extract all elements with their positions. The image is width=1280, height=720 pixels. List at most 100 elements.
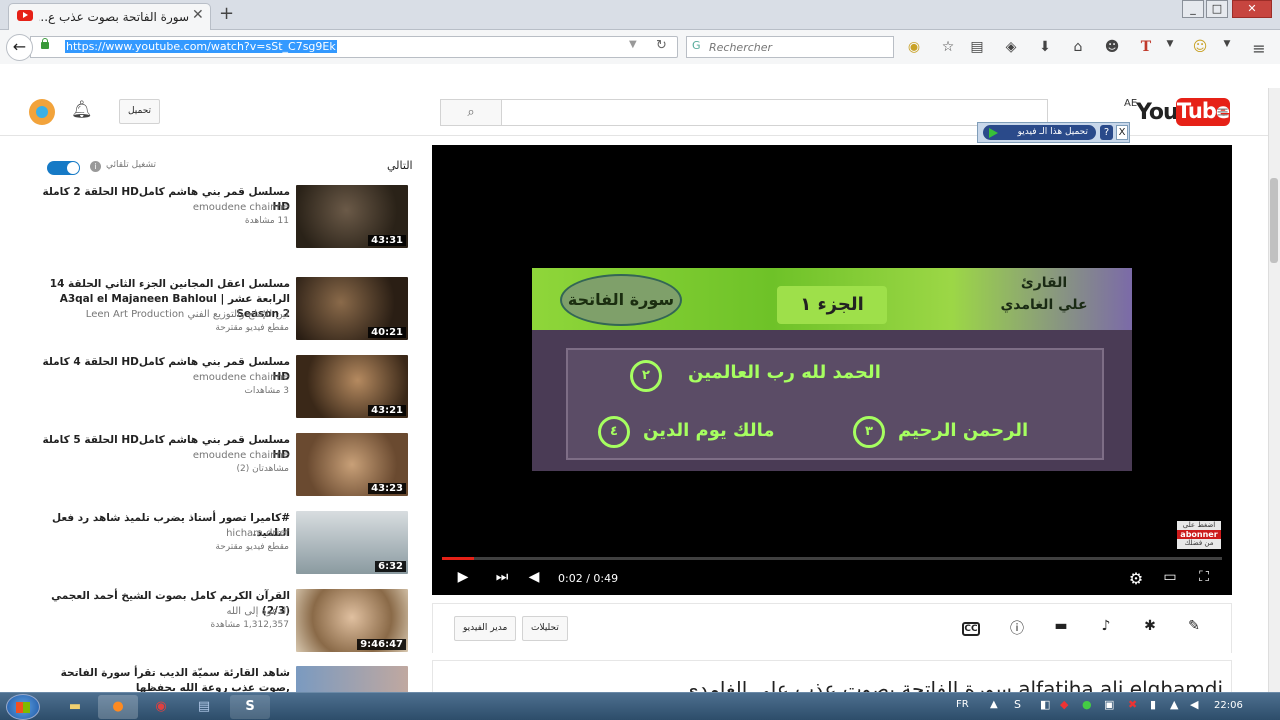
search-button[interactable]: ⌕ (441, 100, 502, 125)
fullscreen-icon[interactable]: ⛶ (1193, 569, 1215, 585)
list-item[interactable]: 40:21 مسلسل اعقل المجانين الجزء الثاني ا… (33, 277, 418, 345)
tray-alert-icon[interactable]: ✖ (1128, 698, 1137, 711)
tray-antivirus-icon[interactable]: ◆ (1060, 698, 1068, 711)
info-icon[interactable]: ⓘ (1007, 618, 1027, 638)
duration-badge: 43:21 (368, 405, 406, 416)
video-player[interactable]: سورة الفاتحة الجزء ١ القارئ علي الغامدي ٢… (432, 145, 1232, 595)
duration-badge: 43:31 (368, 235, 406, 246)
video-thumbnail[interactable]: 43:23 (296, 433, 408, 496)
volume-icon[interactable]: ◀︎ (523, 569, 545, 585)
url-text[interactable]: https://www.youtube.com/watch?v=sSt_C7sg… (65, 40, 337, 53)
minimize-button[interactable]: _ (1182, 0, 1204, 18)
video-thumbnail[interactable]: 9:46:47 (296, 589, 408, 652)
analytics-button[interactable]: تحليلات (522, 616, 568, 641)
autoplay-toggle[interactable] (47, 161, 80, 175)
progress-bar[interactable] (442, 557, 1222, 560)
logo-you: You (1136, 100, 1179, 125)
address-bar[interactable]: https://www.youtube.com/watch?v=sSt_C7sg… (30, 36, 678, 58)
subscribe-top: اضغط على (1182, 521, 1216, 529)
notification-bell-icon[interactable]: 🔔︎ (71, 100, 93, 120)
start-button[interactable] (6, 694, 40, 720)
home-icon[interactable]: ⌂ (1069, 39, 1087, 55)
play-icon[interactable]: ▶ (452, 569, 474, 585)
list-item[interactable]: 43:31 مسلسل قمر بني هاشم كاملHD الحلقة 2… (33, 185, 418, 253)
list-item[interactable]: 43:23 مسلسل قمر بني هاشم كاملHD الحلقة 5… (33, 433, 418, 501)
channel-name: Leen Art Production لين للإنتاج والتوزيع… (85, 309, 289, 320)
chrome-icon[interactable]: ◉ (141, 695, 181, 719)
list-item[interactable]: 9:46:47 القرآن الكريم كامل بصوت الشيخ أح… (33, 589, 418, 657)
avatar[interactable] (29, 99, 55, 125)
subscribe-watermark[interactable]: اضغط على abonner من فضلك (1177, 521, 1221, 549)
video-manager-button[interactable]: مدير الفيديو (454, 616, 517, 641)
list-item[interactable]: 43:21 مسلسل قمر بني هاشم كاملHD الحلقة 4… (33, 355, 418, 423)
maximize-button[interactable]: □ (1206, 0, 1228, 18)
explorer-icon[interactable]: ▬ (55, 695, 95, 719)
tray-app-icon[interactable]: S (1014, 698, 1021, 711)
verse-text: الرحمن الرحيم (898, 420, 1029, 441)
signal-icon[interactable]: ▲ (1170, 698, 1178, 711)
emoji-addon-icon[interactable]: ☺ (1191, 39, 1209, 55)
tray-network-icon[interactable]: ◧ (1040, 698, 1050, 711)
enhance-wand-icon[interactable]: ✱ (1140, 618, 1160, 634)
reload-icon[interactable]: ↻ (656, 38, 667, 53)
video-thumbnail[interactable]: 43:21 (296, 355, 408, 418)
upload-button[interactable]: تحميل (119, 99, 160, 124)
tab-close-icon[interactable]: ✕ (192, 7, 204, 23)
back-button[interactable]: ← (6, 34, 33, 61)
scrollbar-thumb[interactable] (1270, 178, 1278, 263)
chevron-down-icon[interactable]: ▼ (629, 39, 637, 50)
surah-title: سورة الفاتحة (560, 274, 682, 326)
chevron-down-icon[interactable]: ▼ (1161, 39, 1179, 49)
tray-update-icon[interactable]: ● (1082, 698, 1092, 711)
clock[interactable]: 22:06 (1214, 700, 1243, 711)
download-video-button[interactable]: تحميل هذا الـ فيديو (983, 125, 1096, 140)
next-icon[interactable]: ⏭︎ (491, 569, 513, 585)
language-indicator[interactable]: FR (956, 699, 969, 710)
close-window-button[interactable]: ✕ (1232, 0, 1272, 18)
browser-tab[interactable]: سورة الفاتحة بصوت عذب ع... ✕ (8, 3, 211, 30)
list-item[interactable]: 6:32 #كاميرا تصور أستاذ يضرب تلميذ شاهد … (33, 511, 418, 579)
reading-list-icon[interactable]: ▤ (968, 39, 986, 55)
player-controls: ▶ ⏭︎ ◀︎ 0:02 / 0:49 ⚙︎ ▭ ⛶ (432, 563, 1232, 595)
battery-icon[interactable]: ▮ (1150, 698, 1156, 711)
browser-search-input[interactable]: G Rechercher (686, 36, 894, 58)
verse-text: الحمد لله رب العالمين (688, 362, 881, 383)
view-count: مشاهدتان (2) (236, 464, 289, 474)
pocket-icon[interactable]: ◈ (1002, 39, 1020, 55)
settings-gear-icon[interactable]: ⚙︎ (1125, 569, 1147, 588)
duration-badge: 6:32 (375, 561, 406, 572)
menu-icon[interactable]: ≡ (1250, 39, 1268, 58)
guide-menu-icon[interactable]: ≡ (1216, 102, 1229, 121)
duration-badge: 43:23 (368, 483, 406, 494)
verse-text: مالك يوم الدين (643, 420, 775, 441)
addon-icon[interactable]: ◉ (905, 39, 923, 55)
download-icon[interactable]: ⬇ (1036, 39, 1054, 55)
youtube-search-input[interactable]: ⌕ (440, 99, 1048, 126)
info-icon[interactable]: i (90, 161, 101, 172)
tray-arrow-icon[interactable]: ▲ (990, 699, 998, 710)
bookmark-star-icon[interactable]: ☆ (939, 39, 957, 55)
app-icon[interactable]: ▤ (184, 695, 224, 719)
firefox-icon[interactable]: ● (98, 695, 138, 719)
tray-device-icon[interactable]: ▣ (1104, 698, 1114, 711)
help-button[interactable]: ? (1100, 125, 1113, 140)
speaker-icon[interactable]: ◀ (1190, 698, 1198, 711)
reciter-line-2: علي الغامدي (1000, 297, 1088, 313)
captions-icon[interactable]: CC (962, 622, 980, 636)
chevron-down-icon[interactable]: ▼ (1218, 39, 1236, 49)
video-thumbnail[interactable]: 40:21 (296, 277, 408, 340)
comment-icon[interactable]: ▬ (1051, 618, 1071, 634)
chat-icon[interactable]: ☻ (1103, 39, 1121, 55)
edit-pencil-icon[interactable]: ✎ (1184, 618, 1204, 634)
video-thumbnail[interactable]: 43:31 (296, 185, 408, 248)
translate-icon[interactable]: T (1137, 39, 1155, 55)
close-helper-button[interactable]: X (1116, 125, 1128, 140)
youtube-favicon-icon (17, 10, 33, 21)
view-count: مقطع فيديو مقترحة (215, 323, 289, 333)
theater-mode-icon[interactable]: ▭ (1159, 569, 1181, 585)
video-thumbnail[interactable]: 6:32 (296, 511, 408, 574)
channel-name: emoudene chainne (192, 372, 289, 383)
screen-recorder-icon[interactable]: S (230, 695, 270, 719)
new-tab-button[interactable]: + (219, 3, 234, 24)
music-note-icon[interactable]: ♪ (1096, 618, 1116, 634)
